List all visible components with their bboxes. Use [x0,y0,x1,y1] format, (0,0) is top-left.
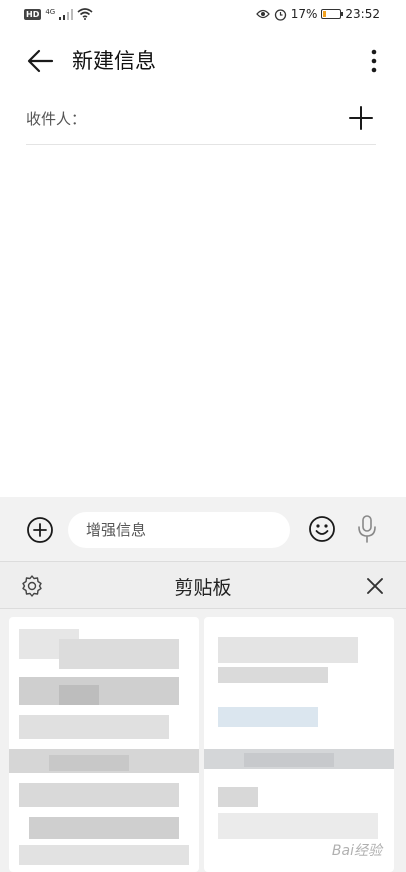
blurred-content [59,685,99,705]
blurred-content [218,667,328,683]
blurred-content [29,817,179,839]
blurred-content [49,755,129,771]
status-right: 17% 23:52 [255,7,380,21]
watermark-logo: Bai经验 [331,843,382,859]
network-type: 4G [45,7,56,16]
recipient-field[interactable]: 收件人： [26,95,376,145]
app-header: 新建信息 [0,36,406,86]
blurred-content [19,783,179,807]
blurred-content [218,813,378,839]
message-input[interactable] [68,512,290,548]
emoji-icon[interactable] [308,515,336,543]
blurred-content [218,637,358,663]
status-left: HD 4G [24,8,93,20]
status-bar: HD 4G 17% 23:52 [0,0,406,30]
compose-bar [0,497,406,561]
add-attachment-icon[interactable] [26,516,54,544]
gear-icon[interactable] [20,574,44,598]
clipboard-title: 剪贴板 [174,577,232,599]
recipient-label: 收件人： [26,110,87,128]
battery-percent: 17% [290,7,318,21]
blurred-content [244,753,334,767]
back-arrow-icon[interactable] [24,46,56,76]
add-contact-plus-icon[interactable] [348,105,374,131]
blurred-content [59,639,179,669]
clipboard-item[interactable] [204,617,394,872]
blurred-content [218,787,258,807]
blurred-content [19,715,169,739]
battery-level [323,11,327,17]
close-icon[interactable] [364,575,386,597]
clipboard-panel: Bai经验 [0,609,406,872]
more-options-icon[interactable] [366,46,382,76]
eye-icon [255,9,270,19]
clipboard-item[interactable] [9,617,199,872]
wifi-icon [77,8,93,20]
page-title: 新建信息 [72,49,156,73]
blurred-content [19,845,189,865]
blurred-content [19,677,179,705]
clipboard-header: 剪贴板 [0,561,406,609]
battery-icon [321,9,344,19]
signal-icon [59,8,74,20]
status-time: 23:52 [345,7,380,21]
hd-badge: HD [24,8,42,20]
alarm-icon [274,8,286,21]
blurred-content [218,707,318,727]
microphone-icon[interactable] [356,514,378,544]
